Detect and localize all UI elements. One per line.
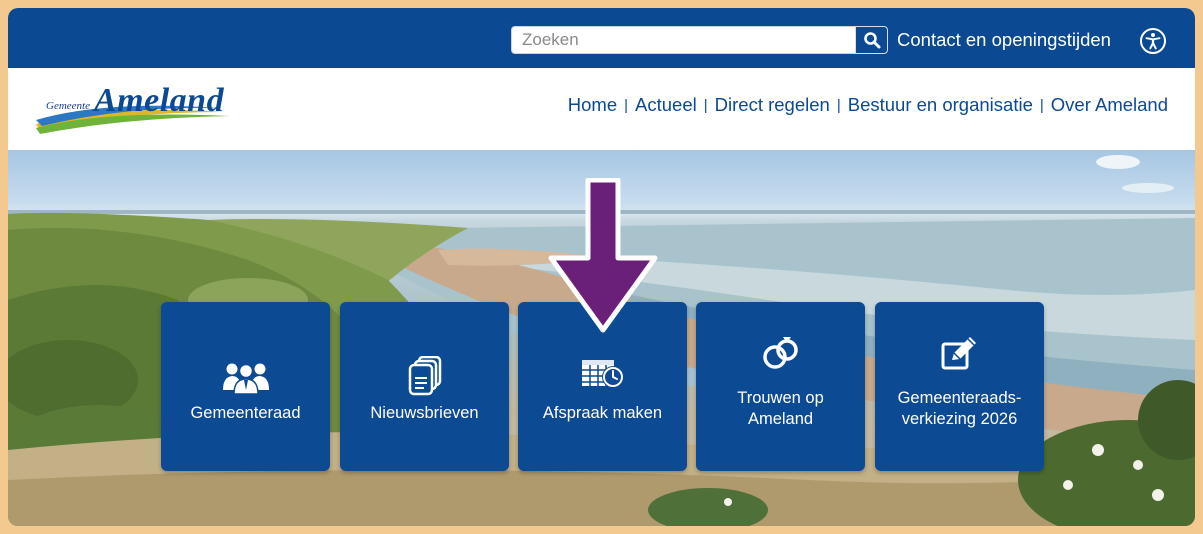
- main-nav: Home | Actueel | Direct regelen | Bestuu…: [568, 94, 1168, 116]
- tile-label: Afspraak maken: [542, 404, 663, 422]
- tile-label-line1: Gemeenteraads-: [897, 389, 1022, 407]
- tile-gemeenteraad[interactable]: Gemeenteraad: [161, 302, 330, 471]
- hero-banner: Gemeenteraad Nieuwsbrieven Afspraak make…: [8, 150, 1195, 526]
- tile-nieuwsbrieven[interactable]: Nieuwsbrieven: [340, 302, 509, 471]
- tile-label: Gemeenteraad: [190, 404, 301, 422]
- tile-label: Gemeenteraads- verkiezing 2026: [875, 388, 1044, 430]
- nav-separator: |: [1039, 96, 1044, 114]
- accessibility-icon[interactable]: [1140, 28, 1166, 54]
- search-form: [511, 25, 888, 55]
- gemeente-ameland-logo[interactable]: Gemeente Ameland: [34, 82, 234, 136]
- tile-label-line1: Trouwen op: [737, 389, 824, 407]
- search-input[interactable]: [511, 26, 855, 54]
- nav-item-home[interactable]: Home: [568, 94, 617, 116]
- logo-small-text: Gemeente: [46, 100, 90, 112]
- tile-trouwen-op-ameland[interactable]: Trouwen op Ameland: [696, 302, 865, 471]
- ballot-pencil-icon: [941, 337, 976, 370]
- nav-separator: |: [703, 96, 708, 114]
- nav-item-actueel[interactable]: Actueel: [635, 94, 697, 116]
- tile-label: Trouwen op Ameland: [696, 388, 865, 430]
- council-people-icon: [222, 363, 269, 394]
- nav-item-bestuur[interactable]: Bestuur en organisatie: [848, 94, 1033, 116]
- tile-label-line2: verkiezing 2026: [901, 410, 1018, 428]
- logo-big-text: Ameland: [94, 82, 225, 119]
- nav-separator: |: [836, 96, 841, 114]
- newsletter-documents-icon: [408, 356, 441, 396]
- page-frame: Contact en openingstijden Gemeente Amela…: [8, 8, 1195, 526]
- search-button[interactable]: [855, 26, 888, 54]
- calendar-clock-icon: [581, 360, 624, 388]
- nav-item-direct-regelen[interactable]: Direct regelen: [715, 94, 830, 116]
- tile-gemeenteraadsverkiezing[interactable]: Gemeenteraads- verkiezing 2026: [875, 302, 1044, 471]
- tile-label-line2: Ameland: [747, 410, 814, 428]
- tile-label: Nieuwsbrieven: [370, 404, 479, 422]
- wedding-rings-icon: [762, 337, 798, 369]
- nav-item-over-ameland[interactable]: Over Ameland: [1051, 94, 1168, 116]
- nav-separator: |: [624, 96, 629, 114]
- top-bar: Contact en openingstijden: [8, 8, 1195, 68]
- purple-arrow-annotation-icon: [548, 178, 658, 333]
- contact-link[interactable]: Contact en openingstijden: [897, 26, 1111, 54]
- search-icon: [863, 32, 880, 49]
- header: Gemeente Ameland Home | Actueel | Direct…: [8, 68, 1195, 150]
